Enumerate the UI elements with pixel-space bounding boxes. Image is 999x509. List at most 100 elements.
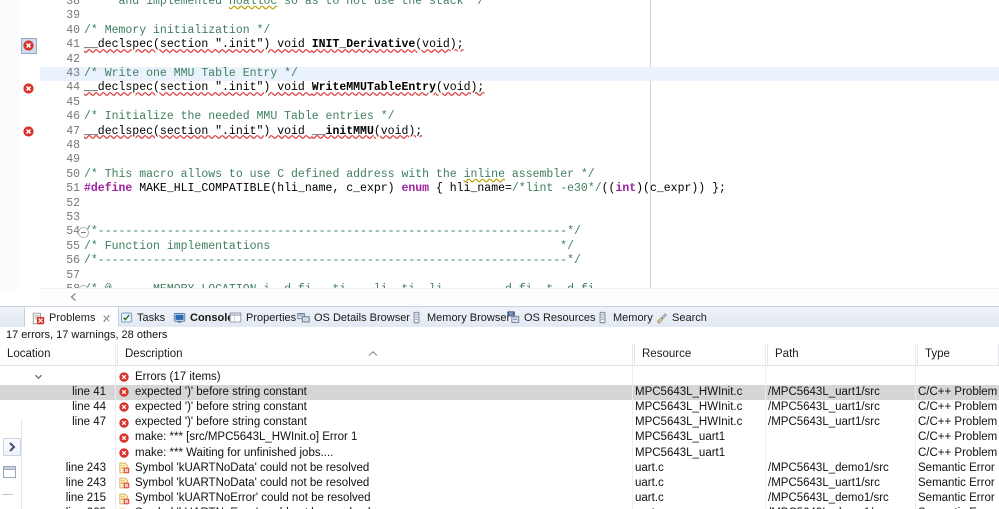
code-line[interactable]: 54 /*------------------------------------… — [66, 225, 581, 239]
tab-os-resources[interactable]: 05 OS Resources — [500, 307, 603, 328]
code-token: INIT_Derivative — [311, 38, 416, 52]
column-header-label: Path — [775, 348, 799, 360]
tab-tasks[interactable]: Tasks — [113, 307, 172, 328]
table-row[interactable]: line 243 Symbol 'kUARTNoData' could not b… — [0, 461, 999, 476]
cell-resource-text: MPC5643L_uart1 — [635, 446, 726, 459]
cell-type-text: C/C++ Problem — [918, 416, 998, 429]
line-number: 54 — [66, 225, 80, 239]
line-number: 52 — [66, 196, 80, 210]
code-line[interactable]: 56 /*------------------------------------… — [66, 254, 581, 268]
code-line[interactable]: 55 /* Function implementations */ — [66, 240, 574, 254]
table-row[interactable]: line 47 expected ')' before string consta… — [0, 415, 999, 430]
cell-type: Semantic Error — [918, 476, 999, 491]
code-line[interactable]: 38 and implemented noalloc so as to not … — [66, 0, 485, 9]
line-number: 42 — [66, 52, 80, 66]
table-header-row[interactable]: Location Description Resource Path Type — [0, 344, 999, 366]
editor-error-marker[interactable] — [21, 37, 37, 54]
bottom-view-panel: Problems Tasks Console Properties OS Details… — [0, 306, 999, 509]
cell-path — [768, 370, 916, 385]
column-header-resource[interactable]: Resource — [635, 344, 768, 365]
column-separator[interactable] — [115, 344, 116, 509]
cell-resource: MPC5643L_uart1 — [635, 430, 769, 445]
code-line[interactable]: 43 /* Write one MMU Table Entry */ — [66, 67, 298, 81]
memory-browser-icon — [413, 311, 420, 324]
column-separator[interactable] — [915, 344, 916, 509]
table-group-row[interactable]: Errors (17 items) — [0, 370, 999, 385]
cell-type-text: Semantic Error — [918, 492, 995, 505]
cell-path: /MPC5643L_uart1/src — [768, 415, 916, 430]
problems-table[interactable]: Location Description Resource Path Type Erro… — [0, 344, 999, 509]
code-line[interactable]: 41 __declspec(section ".init") void INIT_… — [66, 38, 463, 52]
column-header-type[interactable]: Type — [918, 344, 999, 365]
cell-path — [768, 430, 916, 445]
table-row[interactable]: make: *** [src/MPC5643L_HWInit.o] Error … — [0, 430, 999, 445]
tab-label: Memory Browser — [427, 311, 511, 324]
error-icon — [119, 402, 129, 413]
cell-description-text: Symbol 'kUARTNoData' could not be resolv… — [135, 461, 370, 474]
cell-resource — [635, 370, 769, 385]
code-token: __declspec(section ".init") void — [84, 81, 312, 95]
code-editor[interactable]: 38 and implemented noalloc so as to not … — [0, 0, 999, 306]
column-header-path[interactable]: Path — [768, 344, 918, 365]
code-line[interactable]: 46 /* Initialize the needed MMU Table ent… — [66, 110, 394, 124]
close-icon[interactable] — [102, 314, 111, 323]
code-token: /* Memory initialization */ — [84, 23, 271, 37]
editor-error-marker[interactable] — [22, 125, 36, 139]
column-separator[interactable] — [632, 344, 633, 509]
code-token: inline — [463, 167, 505, 181]
cell-resource-text: uart.c — [635, 461, 664, 474]
code-line[interactable]: 47 __declspec(section ".init") void __ini… — [66, 124, 422, 139]
search-icon — [656, 313, 667, 324]
tab-search[interactable]: Search — [648, 307, 714, 328]
expand-collapse-icon[interactable] — [33, 371, 44, 382]
tab-os-details-browser[interactable]: OS Details Browser — [290, 307, 417, 328]
code-line[interactable]: 51 #define MAKE_HLI_COMPATIBLE(hli_name, … — [66, 182, 726, 196]
column-header-label: Type — [925, 348, 950, 360]
code-token: assembler */ — [504, 167, 595, 181]
cell-location: line 44 — [0, 400, 112, 415]
cell-resource: uart.c — [635, 491, 769, 506]
os-details-browser-icon — [297, 313, 310, 323]
cell-type: C/C++ Problem — [918, 446, 999, 461]
table-row[interactable]: line 215 Symbol 'kUARTNoError' could not … — [0, 491, 999, 506]
editor-text-area[interactable]: 38 and implemented noalloc so as to not … — [40, 0, 999, 290]
cell-resource-text: MPC5643L_uart1 — [635, 431, 726, 444]
cell-path: /MPC5643L_uart1/src — [768, 400, 916, 415]
line-number: 41 — [66, 38, 80, 52]
cell-type-text: C/C++ Problem — [918, 400, 998, 413]
cell-description: expected ')' before string constant — [118, 415, 630, 430]
editor-horizontal-scrollbar[interactable] — [40, 288, 999, 305]
column-header-description[interactable]: Description — [118, 344, 635, 365]
code-token: (void); — [435, 81, 485, 95]
tab-label: Memory — [613, 311, 653, 324]
table-row[interactable]: line 44 expected ')' before string consta… — [0, 400, 999, 415]
minimize-icon[interactable] — [3, 466, 16, 478]
cell-description: make: *** Waiting for unfinished jobs...… — [118, 446, 630, 461]
chevron-left-icon[interactable] — [68, 291, 80, 303]
line-number: 43 — [66, 67, 80, 80]
table-row[interactable]: line 41 expected ')' before string consta… — [0, 384, 999, 400]
code-token: __declspec(section ".init") void — [84, 124, 312, 138]
cell-description: expected ')' before string constant — [118, 400, 630, 415]
code-line[interactable]: 50 /* This macro allows to use C defined … — [66, 167, 595, 182]
cell-path: /MPC5643L_uart1/src — [768, 385, 916, 400]
cell-path-text: /MPC5643L_uart1/src — [768, 400, 880, 413]
table-row[interactable]: make: *** Waiting for unfinished jobs...… — [0, 446, 999, 461]
cell-type: C/C++ Problem — [918, 385, 999, 400]
restore-view-button[interactable] — [3, 438, 21, 456]
cell-resource-text: MPC5643L_HWInit.c — [635, 385, 743, 398]
cell-path: /MPC5643L_demo1/src — [768, 461, 916, 476]
cell-type-text: Semantic Error — [918, 461, 995, 474]
semantic-error-icon — [119, 478, 130, 489]
column-separator[interactable] — [765, 344, 766, 509]
cell-type-text: C/C++ Problem — [918, 385, 998, 398]
code-line[interactable]: 40 /* Memory initialization */ — [66, 23, 271, 38]
column-header-label: Location — [7, 348, 51, 360]
code-token: so as to not use the stack */ — [277, 0, 485, 8]
column-header-location[interactable]: Location — [0, 344, 118, 365]
table-row[interactable]: line 243 Symbol 'kUARTNoData' could not b… — [0, 476, 999, 491]
editor-error-marker[interactable] — [22, 82, 36, 96]
tab-problems[interactable]: Problems — [24, 307, 120, 328]
cell-path-text: /MPC5643L_uart1/src — [768, 385, 880, 398]
code-line[interactable]: 44 __declspec(section ".init") void Write… — [66, 81, 485, 95]
